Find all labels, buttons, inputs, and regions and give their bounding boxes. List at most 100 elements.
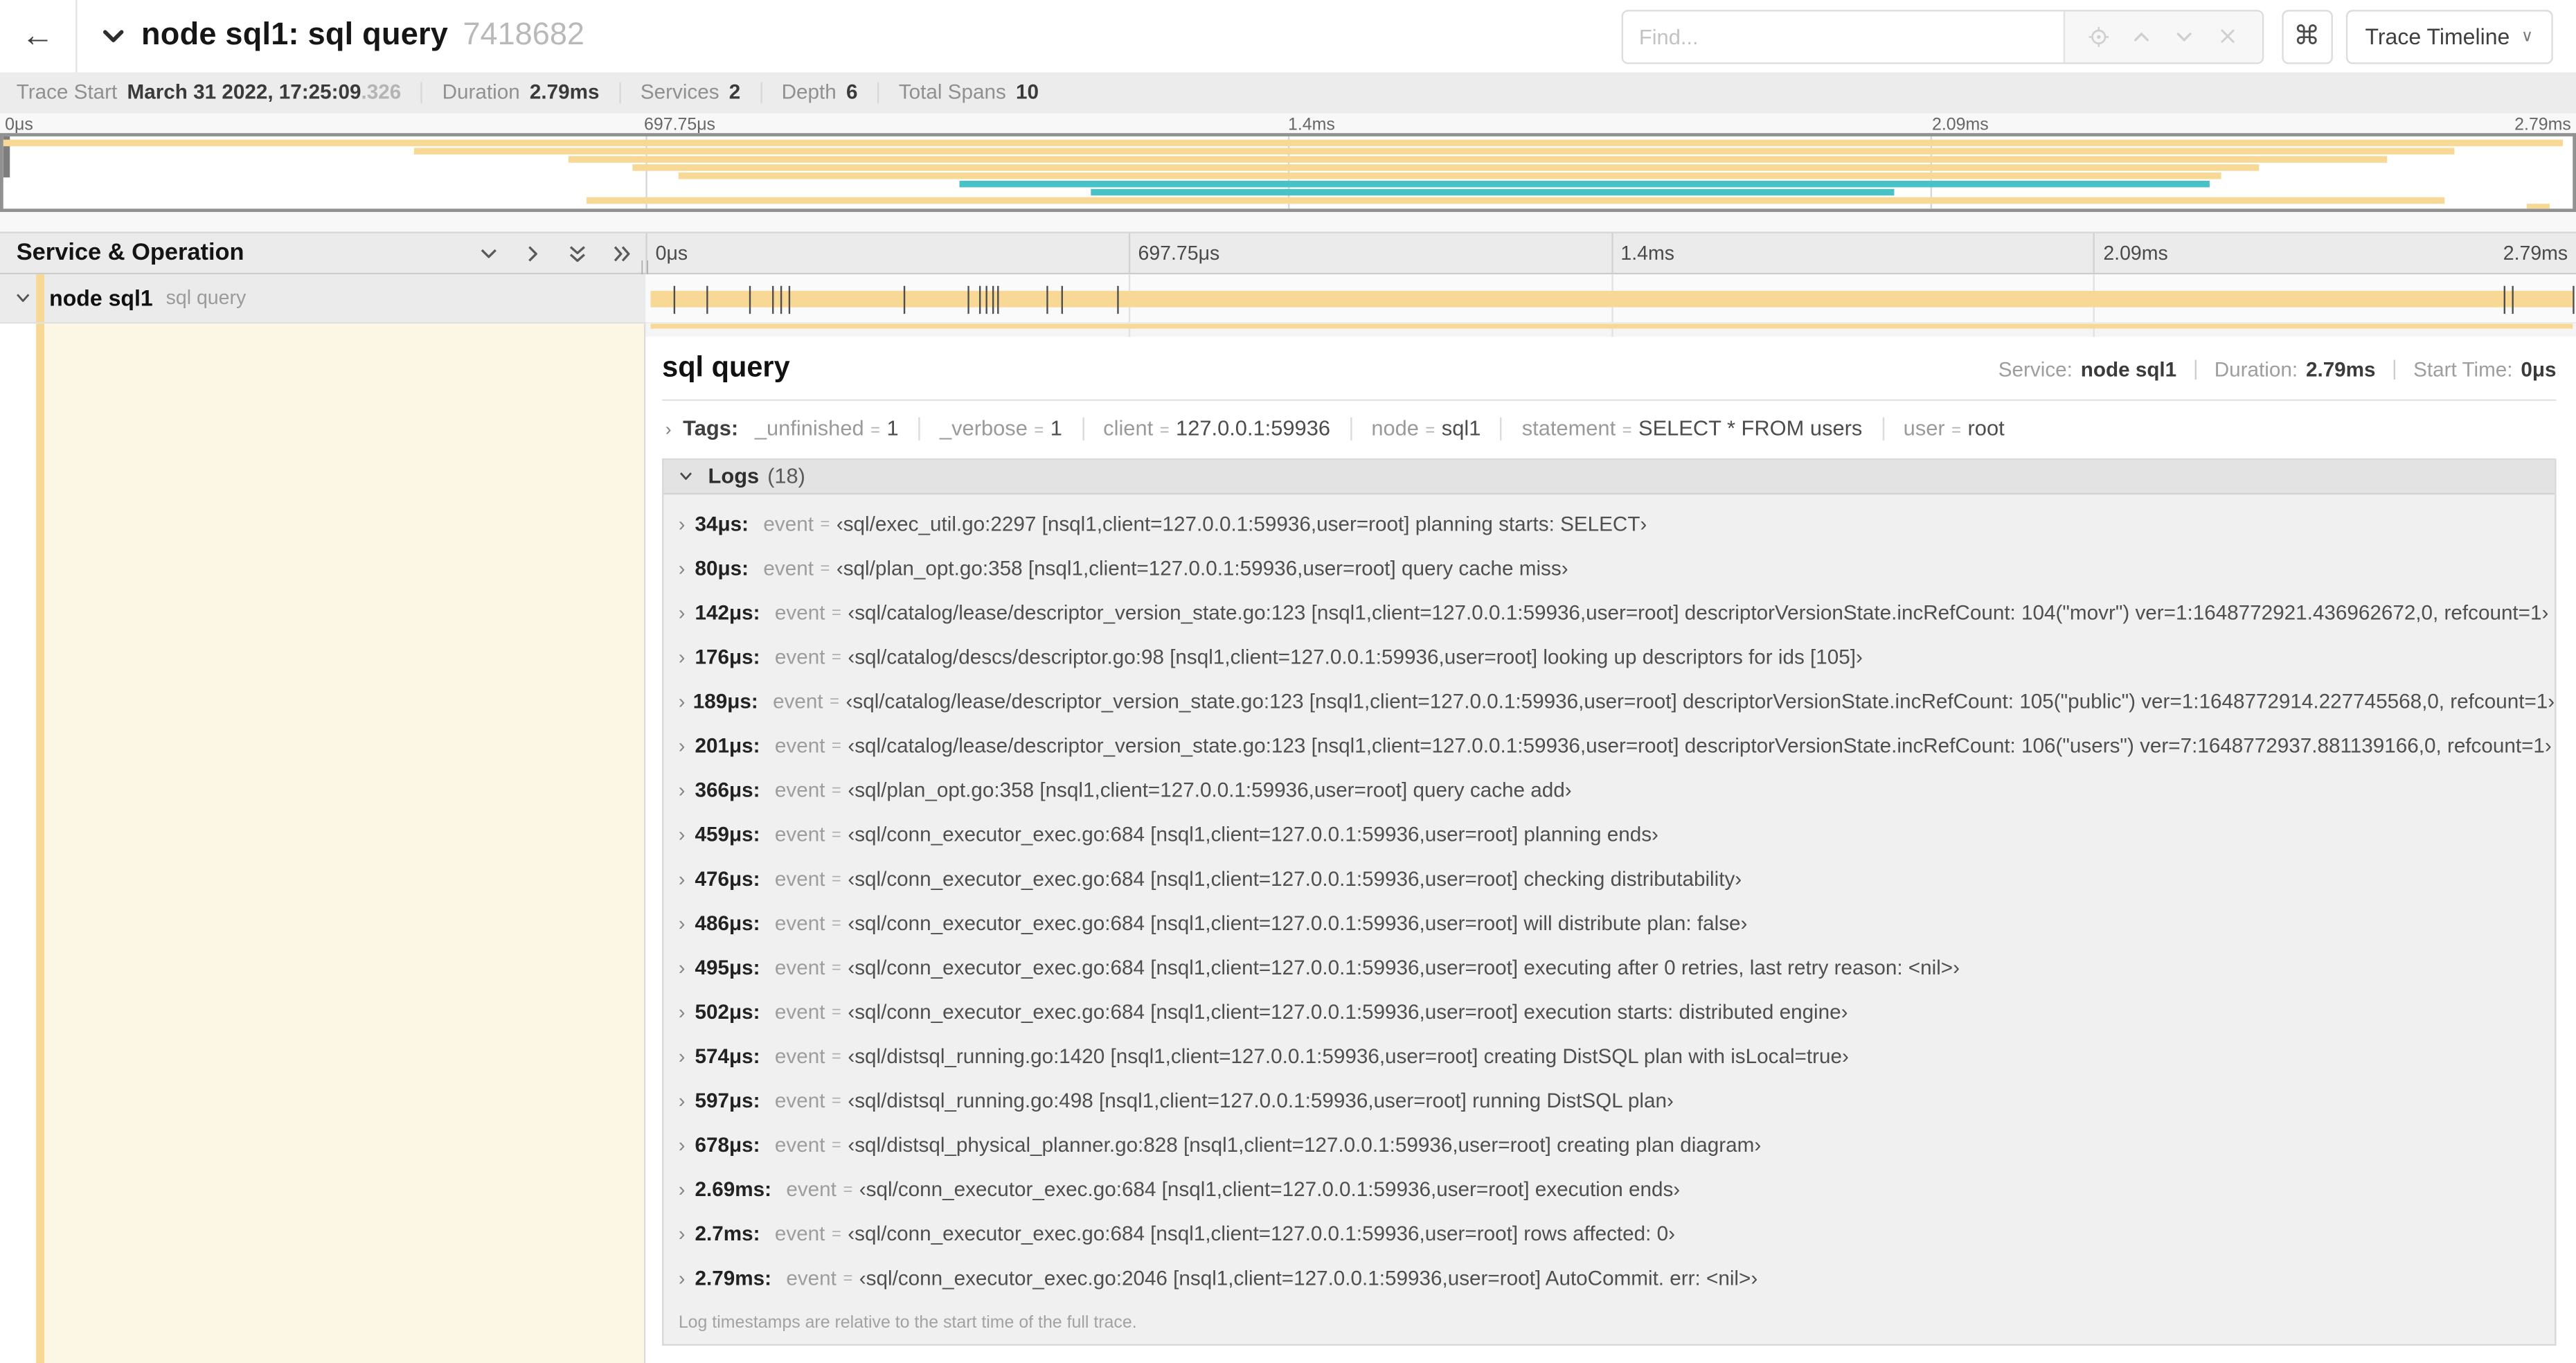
span-row[interactable]: node sql1 sql query (0, 274, 2576, 323)
tag-item: _unfinished = 1 (755, 416, 918, 440)
log-expand-chevron-icon[interactable]: › (679, 823, 695, 846)
logs-list: › 34μs: event = ‹sql/exec_util.go:2297 [nsql… (663, 495, 2555, 1301)
span-detail-area: sql query Service: node sql1 Duration: 2.79… (0, 323, 2576, 1363)
trace-info-label: Trace Start (16, 80, 118, 104)
equals-sign: = (843, 1270, 853, 1288)
logs-header[interactable]: Logs (18) (663, 459, 2555, 495)
tag-key: client (1103, 415, 1154, 440)
find-clear-icon[interactable] (2210, 19, 2243, 52)
find-buttons (2062, 10, 2262, 62)
log-row[interactable]: › 495μs: event = ‹sql/conn_executor_exec.go:… (679, 946, 2555, 990)
log-expand-chevron-icon[interactable]: › (679, 912, 695, 935)
log-expand-chevron-icon[interactable]: › (679, 779, 695, 802)
tag-key: node (1371, 415, 1419, 440)
tags-row[interactable]: › Tags: _unfinished = 1 _verbose = 1 client = 12… (662, 400, 2556, 454)
log-expand-chevron-icon[interactable]: › (679, 735, 695, 758)
log-expand-chevron-icon[interactable]: › (679, 1134, 695, 1157)
log-row[interactable]: › 459μs: event = ‹sql/conn_executor_exec.go:… (679, 813, 2555, 857)
detail-overview-label: Duration: (2214, 357, 2298, 381)
log-field-key: event (774, 1089, 825, 1113)
log-expand-chevron-icon[interactable]: › (679, 513, 695, 536)
detail-overview-item: Duration: 2.79ms (2194, 359, 2393, 380)
tags-expand-chevron-icon[interactable]: › (665, 420, 672, 439)
log-row[interactable]: › 366μs: event = ‹sql/plan_opt.go:358 [nsql1… (679, 769, 2555, 813)
span-duration-bar[interactable] (650, 290, 2573, 307)
minimap-tick-label: 2.79ms (2514, 114, 2571, 134)
equals-sign: = (1034, 421, 1044, 440)
log-row[interactable]: › 486μs: event = ‹sql/conn_executor_exec.go:… (679, 902, 2555, 946)
column-resize-handle[interactable]: || (636, 258, 655, 274)
log-row[interactable]: › 80μs: event = ‹sql/plan_opt.go:358 [nsql1,… (679, 547, 2555, 591)
logs-footer-note: Log timestamps are relative to the start… (678, 1312, 1137, 1333)
log-timestamp: 142μs: (695, 602, 760, 625)
find-prev-icon[interactable] (2125, 19, 2158, 52)
log-expand-chevron-icon[interactable]: › (679, 1179, 695, 1202)
equals-sign: = (1159, 421, 1170, 440)
log-field-value: ‹sql/catalog/lease/descriptor_version_st… (848, 602, 2549, 625)
log-expand-chevron-icon[interactable]: › (679, 868, 695, 891)
log-field-key: event (774, 868, 825, 891)
equals-sign: = (1425, 421, 1435, 440)
expand-one-level-icon[interactable] (476, 242, 499, 265)
trace-view-label: Trace Timeline (2365, 24, 2510, 48)
log-field-key: event (786, 1178, 837, 1202)
log-row[interactable]: › 2.69ms: event = ‹sql/conn_executor_exec.go… (679, 1168, 2555, 1212)
tags-label[interactable]: Tags: (683, 415, 738, 440)
log-event-tick (748, 285, 751, 313)
minimap-canvas[interactable] (0, 133, 2576, 213)
trace-view-select[interactable]: Trace Timeline ∨ (2345, 9, 2553, 64)
log-expand-chevron-icon[interactable]: › (679, 1223, 695, 1246)
log-row[interactable]: › 176μs: event = ‹sql/catalog/descs/descript… (679, 636, 2555, 680)
log-field-value: ‹sql/catalog/lease/descriptor_version_st… (846, 691, 2555, 714)
log-event-tick (674, 285, 676, 313)
log-row[interactable]: › 34μs: event = ‹sql/exec_util.go:2297 [nsql… (679, 502, 2555, 546)
row-collapse-chevron-icon[interactable] (13, 288, 33, 308)
detail-mini-span-bar (650, 323, 2573, 328)
collapse-all-icon[interactable] (609, 242, 632, 265)
log-expand-chevron-icon[interactable]: › (679, 956, 695, 979)
collapse-one-level-icon[interactable] (521, 242, 544, 265)
log-expand-chevron-icon[interactable]: › (679, 1046, 695, 1069)
trace-info-value: March 31 2022, 17:25:09 (127, 80, 361, 104)
log-row[interactable]: › 476μs: event = ‹sql/conn_executor_exec.go:… (679, 857, 2555, 902)
timeline-header-column: 0μs (645, 233, 1128, 273)
log-row[interactable]: › 2.7ms: event = ‹sql/conn_executor_exec.go:… (679, 1212, 2555, 1256)
log-expand-chevron-icon[interactable]: › (679, 1001, 695, 1024)
log-field-key: event (774, 823, 825, 847)
find-next-icon[interactable] (2168, 19, 2201, 52)
timeline-column-label: 2.09ms (2103, 241, 2168, 265)
log-row[interactable]: › 189μs: event = ‹sql/catalog/lease/descript… (679, 680, 2555, 724)
log-expand-chevron-icon[interactable]: › (679, 691, 693, 713)
log-row[interactable]: › 597μs: event = ‹sql/distsql_running.go:498… (679, 1079, 2555, 1123)
log-event-tick (978, 285, 981, 313)
log-field-value: ‹sql/exec_util.go:2297 [nsql1,client=127… (836, 513, 1647, 537)
log-field-key: event (774, 735, 825, 758)
log-row[interactable]: › 502μs: event = ‹sql/conn_executor_exec.go:… (679, 990, 2555, 1035)
log-timestamp: 2.7ms: (695, 1222, 760, 1247)
log-row[interactable]: › 678μs: event = ‹sql/distsql_physical_plann… (679, 1123, 2555, 1168)
log-row[interactable]: › 142μs: event = ‹sql/catalog/lease/descript… (679, 591, 2555, 636)
keyboard-shortcuts-button[interactable]: ⌘ (2281, 9, 2333, 64)
minimap-tick-label: 0μs (5, 114, 33, 134)
log-row[interactable]: › 574μs: event = ‹sql/distsql_running.go:142… (679, 1035, 2555, 1079)
log-timestamp: 459μs: (695, 823, 760, 847)
log-expand-chevron-icon[interactable]: › (679, 1267, 695, 1290)
log-row[interactable]: › 201μs: event = ‹sql/catalog/lease/descript… (679, 724, 2555, 769)
find-input[interactable] (1622, 10, 2063, 62)
log-expand-chevron-icon[interactable]: › (679, 602, 695, 625)
log-row[interactable]: › 2.79ms: event = ‹sql/conn_executor_exec.go… (679, 1256, 2555, 1301)
collapse-trace-chevron-icon[interactable] (100, 23, 127, 49)
locate-icon[interactable] (2082, 19, 2115, 52)
expand-all-icon[interactable] (565, 242, 588, 265)
detail-overview-item: Service: node sql1 (1980, 359, 2195, 380)
span-color-stripe (35, 323, 44, 1363)
log-timestamp: 189μs: (692, 691, 758, 714)
log-expand-chevron-icon[interactable]: › (679, 646, 695, 669)
log-expand-chevron-icon[interactable]: › (679, 1090, 695, 1113)
tag-value: root (1967, 415, 2005, 440)
detail-card: sql query Service: node sql1 Duration: 2.79… (662, 336, 2557, 1363)
back-button[interactable]: ← (0, 0, 78, 73)
log-field-value: ‹sql/conn_executor_exec.go:684 [nsql1,cl… (848, 912, 1748, 936)
log-expand-chevron-icon[interactable]: › (679, 558, 695, 580)
detail-row-strip (645, 323, 2576, 337)
